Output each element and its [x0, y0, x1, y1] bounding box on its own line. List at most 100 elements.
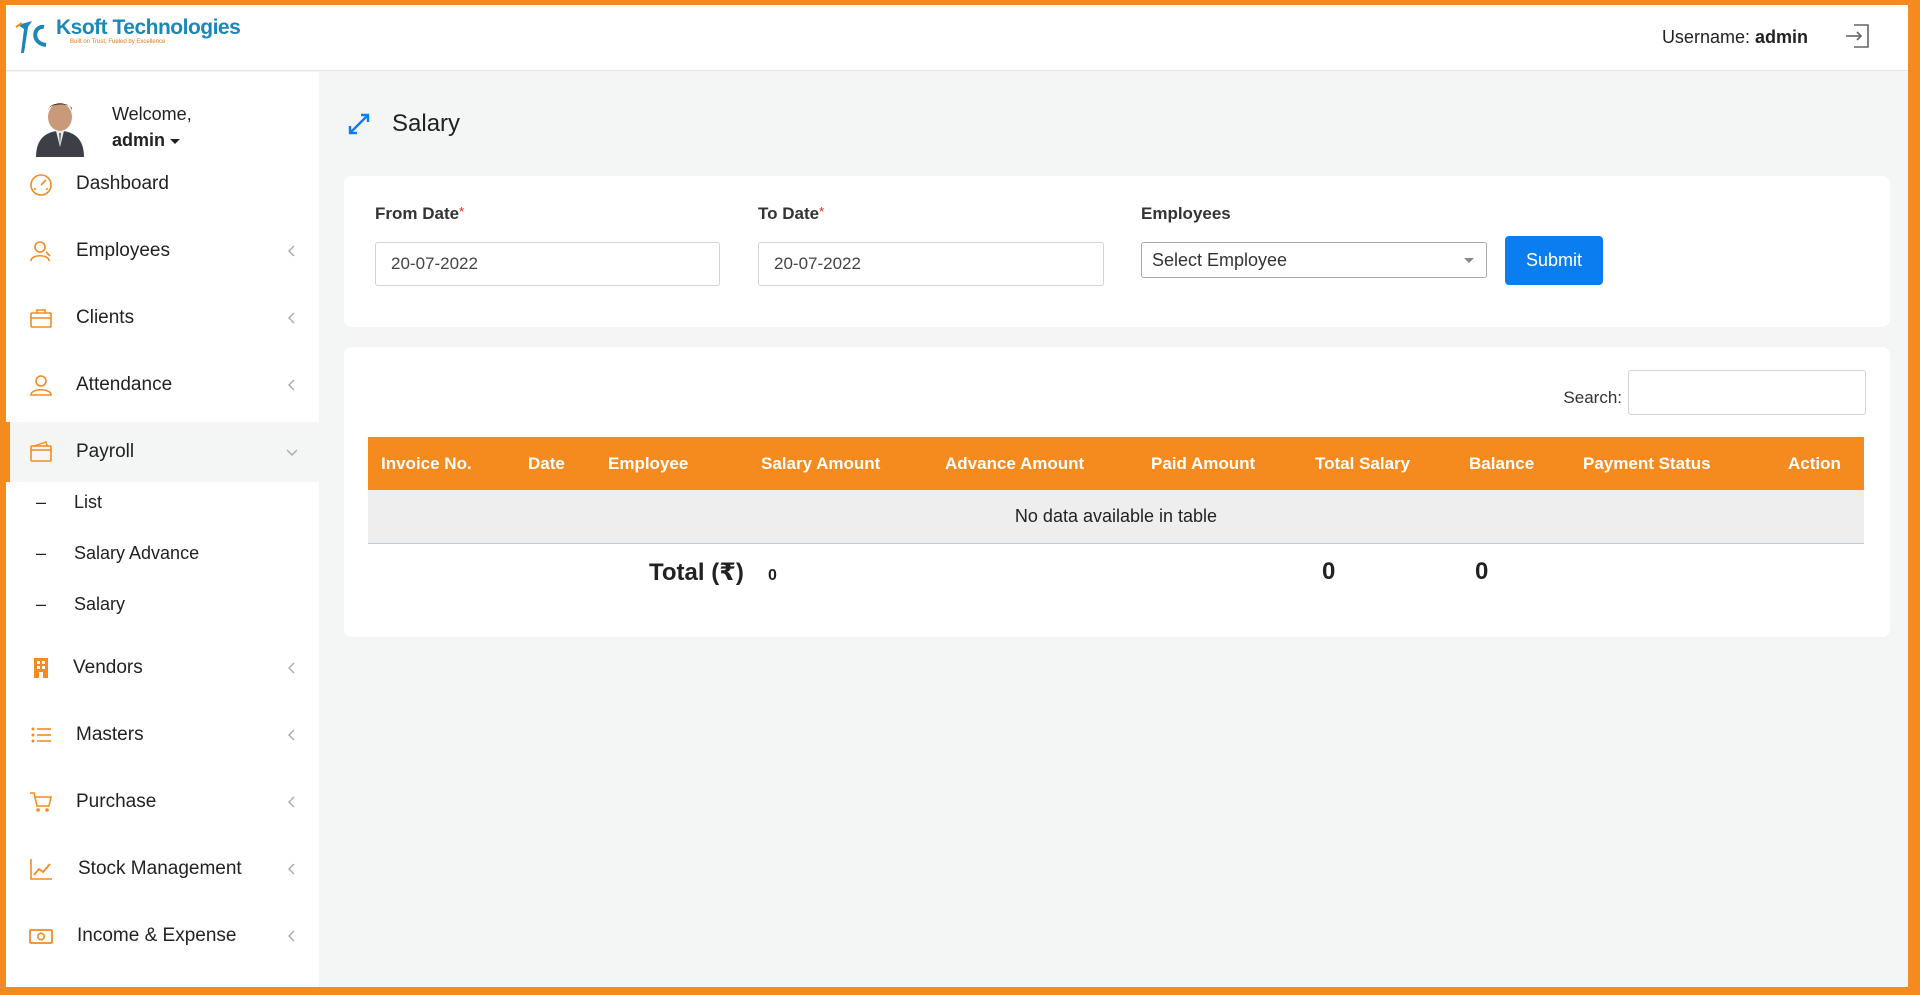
column-header-action[interactable]: Action — [1788, 437, 1841, 490]
chevron-left-icon — [288, 796, 295, 808]
avatar — [36, 103, 84, 157]
submit-button[interactable]: Submit — [1505, 236, 1603, 285]
sub-item-label: List — [74, 491, 103, 512]
user-profile: Welcome, admin — [32, 97, 192, 157]
employees-icon — [30, 241, 51, 262]
app-window: Ksoft Technologies Built on Trust, Fuele… — [6, 5, 1908, 987]
sidebar-item-label: Stock Management — [78, 858, 242, 879]
sidebar-item-masters[interactable]: Masters — [6, 705, 319, 765]
sidebar-item-label: Vendors — [73, 657, 143, 678]
table-header: Invoice No. Date Employee Salary Amount … — [368, 437, 1864, 490]
from-date-label-text: From Date — [375, 204, 460, 223]
chevron-down-icon — [286, 449, 298, 456]
sidebar-item-vendors[interactable]: Vendors — [6, 638, 319, 698]
line-chart-icon — [30, 859, 52, 880]
to-date-label-text: To Date — [758, 204, 820, 223]
column-header-invoice-no[interactable]: Invoice No. — [381, 437, 472, 490]
employee-select[interactable]: Select Employee — [1141, 242, 1487, 278]
user-icon — [30, 375, 52, 396]
brand-tagline: Built on Trust, Fueled by Excellence — [70, 39, 166, 45]
column-header-date[interactable]: Date — [528, 437, 565, 490]
sidebar-item-label: Masters — [76, 724, 144, 745]
expand-arrows-icon[interactable] — [346, 111, 372, 137]
sidebar-item-clients[interactable]: Clients — [6, 288, 319, 348]
column-header-total-salary[interactable]: Total Salary — [1315, 437, 1410, 490]
logout-icon[interactable] — [1842, 21, 1872, 51]
search-input[interactable] — [1628, 370, 1866, 415]
sidebar-item-label: Employees — [76, 240, 170, 261]
total-balance: 0 — [1475, 558, 1489, 585]
to-date-input[interactable]: 20-07-2022 — [758, 242, 1104, 286]
chevron-left-icon — [288, 863, 295, 875]
sidebar-item-payroll[interactable]: Payroll — [6, 422, 319, 482]
page-title: Salary — [392, 110, 461, 137]
username-value: admin — [1754, 27, 1808, 47]
sidebar-item-label: Dashboard — [76, 173, 169, 194]
sidebar-item-employees[interactable]: Employees — [6, 221, 319, 281]
from-date-label: From Date* — [375, 204, 464, 224]
from-date-input[interactable]: 20-07-2022 — [375, 242, 720, 286]
page-header: Salary — [346, 110, 460, 138]
sidebar-item-label: Clients — [76, 307, 135, 328]
total-label: Total (₹) — [649, 559, 744, 586]
sidebar-item-label: Purchase — [76, 791, 157, 812]
sidebar-item-purchase[interactable]: Purchase — [6, 772, 319, 832]
sidebar-item-income-expense[interactable]: Income & Expense — [6, 906, 319, 966]
employees-label: Employees — [1141, 204, 1231, 223]
select-caret-icon — [1464, 258, 1474, 263]
username-label: Username: — [1661, 27, 1750, 47]
briefcase-icon — [30, 309, 52, 328]
column-header-employee[interactable]: Employee — [608, 437, 688, 490]
welcome-user-name: admin — [112, 130, 166, 150]
chevron-left-icon — [288, 662, 295, 674]
welcome-text: Welcome, — [112, 104, 192, 124]
sidebar-item-dashboard[interactable]: Dashboard — [6, 154, 319, 214]
sidebar-item-label: Payroll — [76, 441, 135, 462]
filter-card: From Date* 20-07-2022 To Date* 20-07-202… — [344, 176, 1890, 327]
sub-item-dash: – — [36, 593, 47, 614]
sub-item-dash: – — [36, 491, 47, 512]
column-header-advance-amount[interactable]: Advance Amount — [945, 437, 1084, 490]
search-label: Search: — [1563, 388, 1622, 407]
total-total-salary: 0 — [1322, 558, 1336, 585]
empty-table-row: No data available in table — [368, 490, 1864, 544]
list-icon — [31, 727, 51, 743]
sidebar-subitem-salary[interactable]: – Salary — [6, 584, 319, 624]
caret-down-icon — [170, 138, 181, 144]
sidebar-subitem-list[interactable]: – List — [6, 482, 319, 522]
sidebar-item-attendance[interactable]: Attendance — [6, 355, 319, 415]
ksoft-logo-mark-icon — [15, 21, 47, 53]
building-icon — [34, 658, 48, 678]
sidebar-item-label: Income & Expense — [77, 925, 237, 946]
required-mark: * — [459, 204, 465, 219]
chevron-left-icon — [288, 930, 295, 942]
column-header-paid-amount[interactable]: Paid Amount — [1151, 437, 1255, 490]
chevron-left-icon — [288, 729, 295, 741]
sidebar: Welcome, admin Dashboard Employees Clien… — [6, 72, 319, 987]
chevron-left-icon — [288, 379, 295, 391]
employee-select-value: Select Employee — [1152, 249, 1288, 270]
cart-icon — [30, 792, 52, 812]
column-header-salary-amount[interactable]: Salary Amount — [761, 437, 880, 490]
user-menu-toggle[interactable]: admin — [112, 127, 192, 153]
sub-item-label: Salary Advance — [74, 542, 200, 563]
sub-item-label: Salary — [74, 593, 126, 614]
top-bar: Ksoft Technologies Built on Trust, Fuele… — [6, 5, 1908, 71]
total-salary-amount: 0 — [768, 567, 777, 584]
column-header-payment-status[interactable]: Payment Status — [1583, 437, 1711, 490]
chevron-left-icon — [288, 245, 295, 257]
sub-item-dash: – — [36, 542, 47, 563]
to-date-label: To Date* — [758, 204, 824, 224]
column-header-balance[interactable]: Balance — [1469, 437, 1534, 490]
sidebar-subitem-salary-advance[interactable]: – Salary Advance — [6, 533, 319, 573]
money-icon — [29, 929, 53, 944]
sidebar-item-stock-management[interactable]: Stock Management — [6, 839, 319, 899]
username-display: Username: admin — [1662, 27, 1808, 48]
sidebar-item-label: Attendance — [76, 374, 173, 395]
salary-table-card: Search: Invoice No. Date Employee Salary… — [344, 347, 1890, 637]
required-mark: * — [819, 204, 825, 219]
wallet-icon — [30, 441, 52, 462]
brand-name: Ksoft Technologies — [56, 16, 241, 39]
brand-logo[interactable]: Ksoft Technologies Built on Trust, Fuele… — [14, 16, 241, 57]
dashboard-gauge-icon — [30, 174, 52, 196]
